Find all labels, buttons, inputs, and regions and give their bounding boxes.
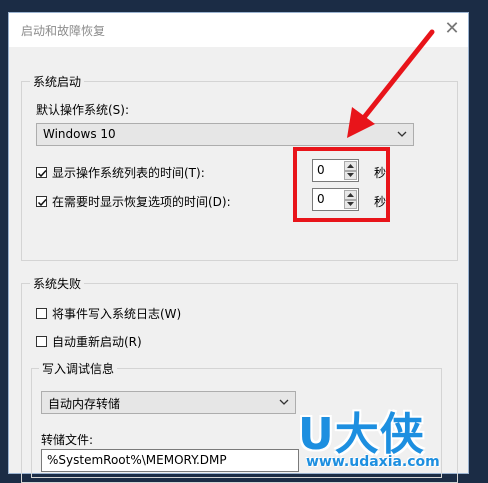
watermark-logo: U大侠	[298, 409, 425, 460]
watermark-url: www.udaxia.com	[306, 454, 440, 470]
